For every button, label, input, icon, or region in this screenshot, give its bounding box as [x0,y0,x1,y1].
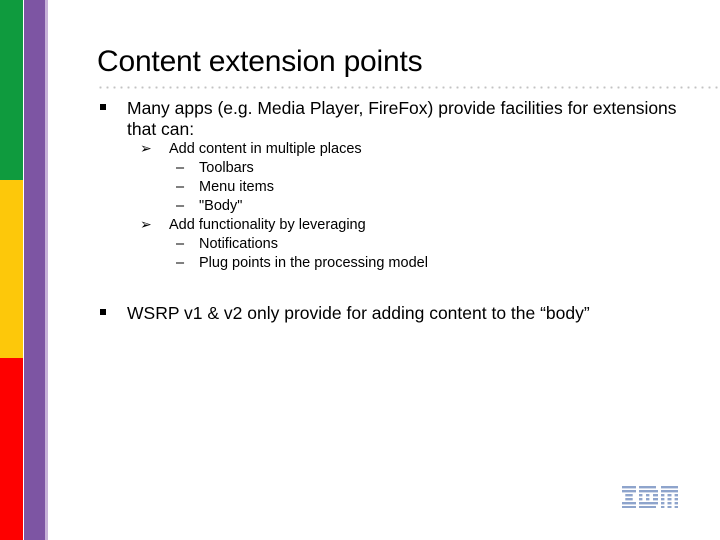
bullet-level2: ➢ Add content in multiple places [97,140,707,159]
square-bullet-icon [100,309,106,315]
arrow-bullet-icon: ➢ [140,216,152,232]
left-purple-rail-highlight [45,0,48,540]
dash-bullet-icon: – [176,160,185,176]
bullet-level3: – "Body" [97,197,707,216]
left-color-rail [0,0,23,540]
rail-segment-yellow [0,180,23,358]
bullet-level1: Many apps (e.g. Media Player, FireFox) p… [97,98,707,140]
ibm-logo [622,486,678,508]
left-purple-rail [24,0,45,540]
rail-segment-red [0,358,23,540]
dash-bullet-icon: – [176,179,185,195]
bullet-text: Toolbars [199,160,254,176]
bullet-text: Menu items [199,179,274,195]
bullet-level3: – Notifications [97,235,707,254]
bullet-level3: – Plug points in the processing model [97,254,707,273]
dash-bullet-icon: – [176,236,185,252]
rail-segment-green [0,0,23,180]
slide: Content extension points Many apps (e.g.… [0,0,720,540]
title-dotted-divider [97,86,719,89]
bullet-level3: – Toolbars [97,159,707,178]
slide-body: Many apps (e.g. Media Player, FireFox) p… [97,98,707,324]
dash-bullet-icon: – [176,198,185,214]
square-bullet-icon [100,104,106,110]
bullet-level2: ➢ Add functionality by leveraging [97,216,707,235]
bullet-text: Many apps (e.g. Media Player, FireFox) p… [127,98,677,139]
bullet-text: "Body" [199,198,243,214]
arrow-bullet-icon: ➢ [140,140,152,156]
bullet-level1: WSRP v1 & v2 only provide for adding con… [97,303,707,324]
bullet-spacer [97,273,707,303]
bullet-text: Add functionality by leveraging [169,217,366,233]
bullet-text: Plug points in the processing model [199,255,428,271]
bullet-text: WSRP v1 & v2 only provide for adding con… [127,303,590,323]
page-title: Content extension points [97,45,423,78]
bullet-text: Add content in multiple places [169,141,362,157]
dash-bullet-icon: – [176,255,185,271]
bullet-level3: – Menu items [97,178,707,197]
bullet-text: Notifications [199,236,278,252]
